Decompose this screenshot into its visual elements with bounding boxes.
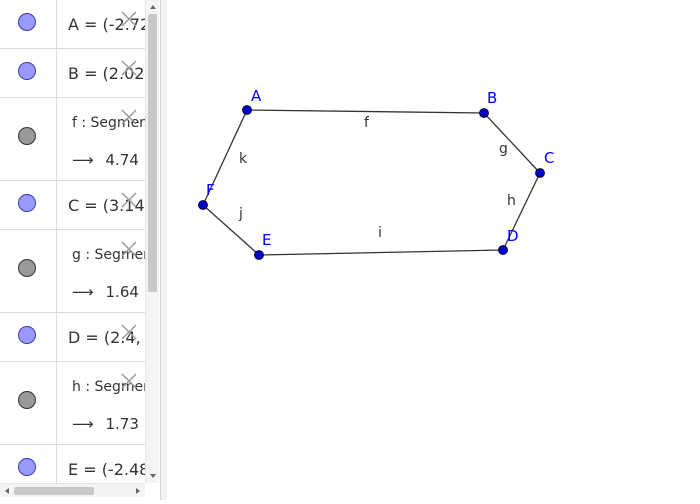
- segment-label-i: i: [378, 225, 382, 241]
- scroll-right-icon[interactable]: [131, 484, 145, 498]
- definition-E[interactable]: E = (-2.48: [68, 460, 146, 479]
- vertical-scrollbar[interactable]: [145, 0, 159, 483]
- definition-g[interactable]: g : Segmen: [72, 247, 150, 263]
- value-text: 4.74: [105, 151, 139, 169]
- marble-cell: [0, 313, 57, 361]
- visibility-toggle-B[interactable]: [18, 62, 36, 80]
- close-icon[interactable]: [120, 10, 138, 28]
- visibility-toggle-h[interactable]: [18, 391, 36, 409]
- marble-cell: [0, 362, 57, 444]
- marble-cell: [0, 181, 57, 229]
- horizontal-scrollbar[interactable]: [0, 483, 145, 497]
- marble-cell: [0, 98, 57, 180]
- segment-label-h: h: [507, 193, 516, 209]
- algebra-item-h[interactable]: h : Segmen ⟶ 1.73: [0, 362, 150, 445]
- point-D[interactable]: [498, 245, 508, 255]
- point-C[interactable]: [535, 168, 545, 178]
- value-g: ⟶ 1.64: [72, 283, 139, 301]
- visibility-toggle-E[interactable]: [18, 458, 36, 476]
- marble-cell: [0, 230, 57, 312]
- point-label-D: D: [507, 227, 519, 245]
- value-f: ⟶ 4.74: [72, 151, 139, 169]
- point-F[interactable]: [198, 200, 208, 210]
- algebra-item-A[interactable]: A = (-2.72: [0, 0, 146, 49]
- close-icon[interactable]: [120, 59, 138, 77]
- segment-label-f: f: [364, 115, 370, 131]
- segment-label-g: g: [499, 141, 508, 157]
- graphics-canvas[interactable]: f g h i j k A B C D E F: [167, 0, 700, 500]
- value-h: ⟶ 1.73: [72, 415, 139, 433]
- segment-label-j: j: [238, 206, 243, 222]
- arrow-icon: ⟶: [72, 283, 94, 301]
- point-label-F: F: [206, 181, 215, 199]
- algebra-item-D[interactable]: D = (2.4,: [0, 313, 145, 362]
- segment-i[interactable]: [258, 249, 504, 256]
- point-label-A: A: [251, 87, 262, 105]
- segment-g[interactable]: [483, 112, 541, 174]
- point-B[interactable]: [479, 108, 489, 118]
- algebra-item-f[interactable]: f : Segmen ⟶ 4.74: [0, 98, 148, 181]
- segment-j[interactable]: [202, 204, 260, 256]
- definition-f[interactable]: f : Segmen: [72, 115, 150, 131]
- scroll-up-icon[interactable]: [146, 0, 160, 14]
- marble-cell: [0, 0, 57, 48]
- close-icon[interactable]: [120, 191, 138, 209]
- close-icon[interactable]: [120, 323, 138, 341]
- scroll-down-icon[interactable]: [146, 469, 160, 483]
- horizontal-scroll-thumb[interactable]: [14, 487, 94, 495]
- visibility-toggle-f[interactable]: [18, 127, 36, 145]
- view-divider[interactable]: [160, 0, 167, 500]
- algebra-item-B[interactable]: B = (2.02: [0, 49, 145, 98]
- value-text: 1.73: [105, 415, 139, 433]
- vertical-scroll-thumb[interactable]: [148, 14, 157, 292]
- point-E[interactable]: [254, 250, 264, 260]
- algebra-item-C[interactable]: C = (3.14: [0, 181, 145, 230]
- close-icon[interactable]: [120, 372, 138, 390]
- algebra-item-g[interactable]: g : Segmen ⟶ 1.64: [0, 230, 150, 313]
- point-label-C: C: [544, 149, 554, 167]
- definition-h[interactable]: h : Segmen: [72, 379, 150, 395]
- close-icon[interactable]: [120, 240, 138, 258]
- close-icon[interactable]: [120, 108, 138, 126]
- visibility-toggle-g[interactable]: [18, 259, 36, 277]
- arrow-icon: ⟶: [72, 415, 94, 433]
- segment-f[interactable]: [246, 109, 485, 114]
- visibility-toggle-A[interactable]: [18, 13, 36, 31]
- visibility-toggle-D[interactable]: [18, 326, 36, 344]
- visibility-toggle-C[interactable]: [18, 194, 36, 212]
- value-text: 1.64: [105, 283, 139, 301]
- segment-label-k: k: [239, 151, 248, 167]
- point-label-E: E: [262, 231, 271, 249]
- graphics-view[interactable]: f g h i j k A B C D E F: [167, 0, 700, 500]
- algebra-view: A = (-2.72 B = (2.02 f : Segmen ⟶ 4.74 C …: [0, 0, 160, 500]
- marble-cell: [0, 49, 57, 97]
- point-label-B: B: [487, 89, 497, 107]
- point-A[interactable]: [242, 105, 252, 115]
- arrow-icon: ⟶: [72, 151, 94, 169]
- scroll-left-icon[interactable]: [0, 484, 14, 498]
